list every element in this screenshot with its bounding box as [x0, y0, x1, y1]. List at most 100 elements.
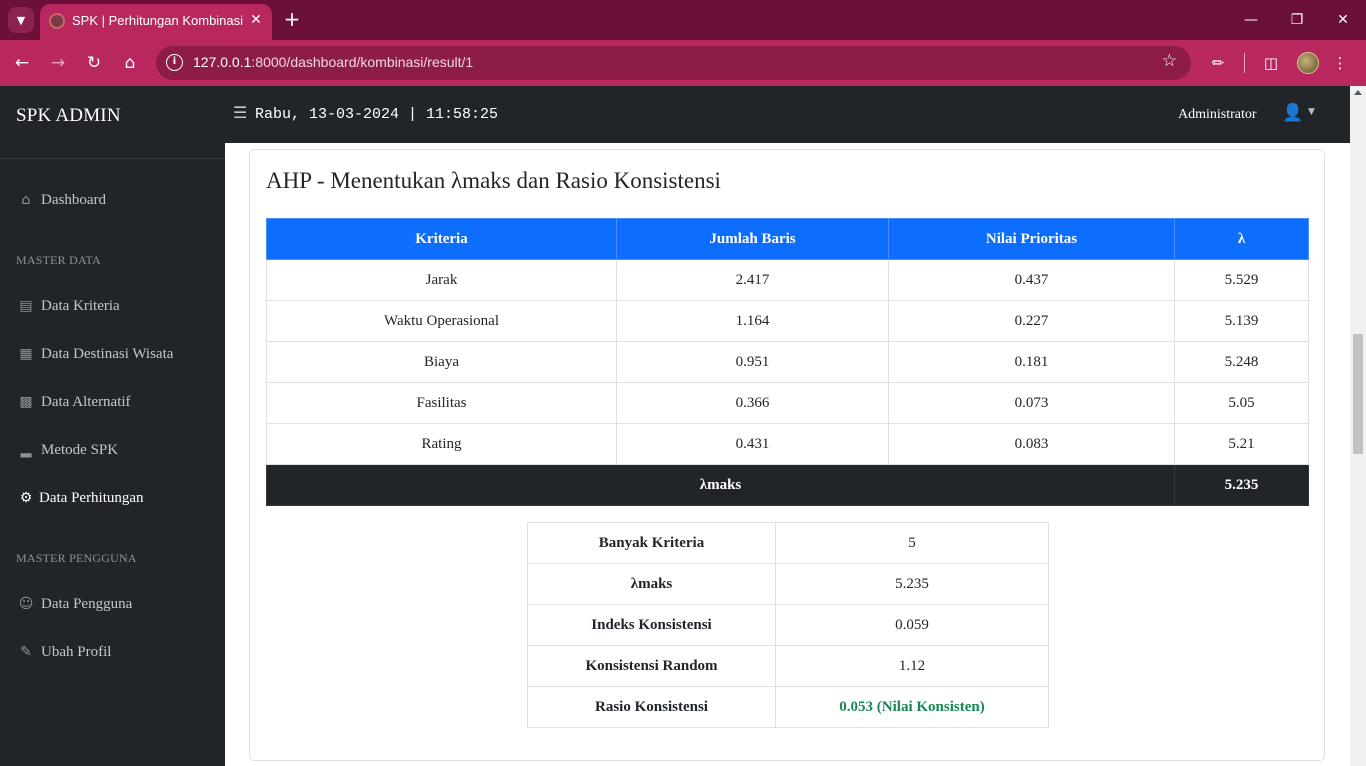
datetime-display: Rabu, 13-03-2024 | 11:58:25: [255, 106, 499, 123]
table-cell: 5.139: [1174, 300, 1309, 342]
summary-value: 5: [775, 522, 1049, 564]
tab-favicon-icon: [49, 13, 65, 29]
profile-avatar[interactable]: [1297, 52, 1319, 74]
top-navbar: ☰ Rabu, 13-03-2024 | 11:58:25 Administra…: [225, 86, 1350, 143]
sidebar-item-label: Dashboard: [41, 191, 106, 208]
table-cell: Biaya: [266, 341, 617, 383]
user-icon[interactable]: 👤: [1282, 103, 1303, 123]
sidebar-divider: [0, 158, 225, 159]
sidebar-item-label: Metode SPK: [41, 441, 119, 458]
new-tab-plus-icon[interactable]: +: [280, 8, 304, 32]
column-header: Jumlah Baris: [616, 218, 889, 260]
lambda-max-label: λmaks: [266, 464, 1175, 506]
summary-value: 0.059: [775, 604, 1049, 646]
page-scrollbar[interactable]: [1350, 86, 1366, 766]
gear-icon: ⚙: [19, 490, 33, 506]
card-title: AHP - Menentukan λmaks dan Rasio Konsist…: [266, 168, 721, 193]
table-row: Waktu Operasional 1.164 0.227 5.139: [266, 300, 1309, 342]
address-bar[interactable]: i 127.0.0.1:8000/dashboard/kombinasi/res…: [156, 46, 1191, 80]
sidebar-heading-master-data: MASTER DATA: [16, 253, 101, 267]
sidebar-item-data-perhitungan[interactable]: ⚙ Data Perhitungan: [16, 486, 144, 510]
building-icon: ▦: [19, 346, 33, 362]
summary-row: Konsistensi Random 1.12: [527, 645, 1049, 687]
sidebar-item-data-destinasi-wisata[interactable]: ▦ Data Destinasi Wisata: [16, 342, 173, 366]
sidebar-item-label: Data Destinasi Wisata: [41, 345, 174, 362]
user-pen-icon: ✎: [20, 644, 32, 660]
minimize-icon[interactable]: —: [1236, 8, 1266, 32]
browser-menu-icon[interactable]: ⋮: [1328, 51, 1352, 75]
main-content: AHP - Menentukan λmaks dan Rasio Konsist…: [225, 143, 1350, 766]
list-icon: ▤: [19, 298, 33, 314]
summary-row: Indeks Konsistensi 0.059: [527, 604, 1049, 646]
table-row: Jarak 2.417 0.437 5.529: [266, 259, 1309, 301]
tab-title: SPK | Perhitungan Kombinasi: [72, 13, 244, 28]
table-row: Rating 0.431 0.083 5.21: [266, 423, 1309, 465]
summary-label: Konsistensi Random: [527, 645, 776, 687]
table-cell: 0.437: [888, 259, 1175, 301]
hamburger-menu-icon[interactable]: ☰: [233, 103, 247, 122]
sidebar-item-data-kriteria[interactable]: ▤ Data Kriteria: [16, 294, 120, 318]
table-cell: Fasilitas: [266, 382, 617, 424]
scrollbar-thumb[interactable]: [1353, 334, 1363, 454]
table-cell: 2.417: [616, 259, 889, 301]
sidebar: SPK ADMIN ⌂ Dashboard MASTER DATA ▤ Data…: [0, 86, 225, 766]
column-header: Nilai Prioritas: [888, 218, 1175, 260]
sidebar-item-label: Data Kriteria: [41, 297, 120, 314]
summary-row: Banyak Kriteria 5: [527, 522, 1049, 564]
summary-label: Rasio Konsistensi: [527, 686, 776, 728]
sidebar-item-data-pengguna[interactable]: ☺ Data Pengguna: [16, 592, 133, 616]
sidebar-item-data-alternatif[interactable]: ▩ Data Alternatif: [16, 390, 131, 414]
extensions-icon[interactable]: ✏: [1206, 51, 1230, 75]
side-panel-icon[interactable]: ◫: [1259, 51, 1283, 75]
table-cell: 5.21: [1174, 423, 1309, 465]
scroll-up-arrow-icon[interactable]: [1354, 90, 1362, 95]
table-row: Fasilitas 0.366 0.073 5.05: [266, 382, 1309, 424]
url-text[interactable]: 127.0.0.1:8000/dashboard/kombinasi/resul…: [193, 54, 473, 70]
bookmark-star-icon[interactable]: ☆: [1162, 51, 1177, 71]
forward-arrow-icon[interactable]: →: [46, 51, 70, 75]
sidebar-item-label: Data Pengguna: [41, 595, 133, 612]
result-card: AHP - Menentukan λmaks dan Rasio Konsist…: [249, 149, 1325, 761]
sidebar-item-label: Data Alternatif: [41, 393, 131, 410]
summary-label: Indeks Konsistensi: [527, 604, 776, 646]
table-cell: 0.181: [888, 341, 1175, 383]
sidebar-heading-master-pengguna: MASTER PENGGUNA: [16, 551, 137, 565]
sidebar-item-ubah-profil[interactable]: ✎ Ubah Profil: [16, 640, 111, 664]
table-header-row: Kriteria Jumlah Baris Nilai Prioritas λ: [266, 218, 1309, 260]
browser-tab-bar: ▼ SPK | Perhitungan Kombinasi ✕ + — ❐ ✕: [0, 0, 1366, 40]
column-header: Kriteria: [266, 218, 617, 260]
site-info-icon[interactable]: i: [166, 54, 183, 71]
table-row: Biaya 0.951 0.181 5.248: [266, 341, 1309, 383]
table-cell: 0.366: [616, 382, 889, 424]
summary-value: 5.235: [775, 563, 1049, 605]
cubes-icon: ▩: [19, 394, 33, 410]
brand-title[interactable]: SPK ADMIN: [16, 105, 121, 127]
toolbar-divider: [1244, 53, 1245, 73]
tab-search-chevron-icon[interactable]: ▼: [8, 7, 34, 33]
summary-label: Banyak Kriteria: [527, 522, 776, 564]
home-icon[interactable]: ⌂: [118, 51, 142, 75]
reload-icon[interactable]: ↻: [82, 51, 106, 75]
table-cell: 0.073: [888, 382, 1175, 424]
sidebar-item-label: Ubah Profil: [41, 643, 112, 660]
tab-close-icon[interactable]: ✕: [246, 10, 266, 30]
table-cell: 0.083: [888, 423, 1175, 465]
table-cell: 1.164: [616, 300, 889, 342]
table-cell: Jarak: [266, 259, 617, 301]
home-icon: ⌂: [21, 192, 31, 208]
sidebar-item-dashboard[interactable]: ⌂ Dashboard: [16, 188, 106, 212]
caret-down-icon[interactable]: ▼: [1308, 107, 1315, 117]
table-cell: 0.431: [616, 423, 889, 465]
window-close-icon[interactable]: ✕: [1328, 8, 1358, 32]
table-cell: 5.05: [1174, 382, 1309, 424]
lambda-max-value: 5.235: [1174, 464, 1309, 506]
user-name: Administrator: [1178, 107, 1257, 122]
back-arrow-icon[interactable]: ←: [10, 51, 34, 75]
consistency-status-value: 0.053 (Nilai Konsisten): [775, 686, 1049, 728]
sidebar-item-label: Data Perhitungan: [39, 489, 144, 506]
browser-tab[interactable]: SPK | Perhitungan Kombinasi ✕: [40, 4, 272, 40]
summary-label: λmaks: [527, 563, 776, 605]
table-cell: 0.951: [616, 341, 889, 383]
sidebar-item-metode-spk[interactable]: ▂ Metode SPK: [16, 438, 118, 462]
restore-icon[interactable]: ❐: [1282, 8, 1312, 32]
